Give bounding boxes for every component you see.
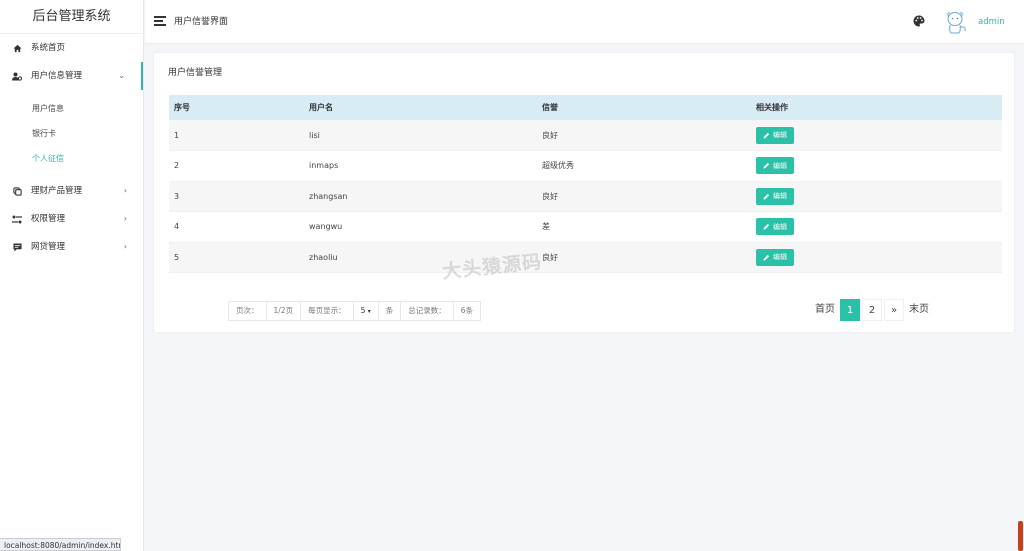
pencil-icon xyxy=(763,193,770,200)
sidebar-item-label: 网贷管理 xyxy=(31,242,66,252)
sidebar-item-home[interactable]: 系统首页 xyxy=(0,34,143,62)
pagination: 首页 1 2 » 末页 xyxy=(812,299,934,321)
panel-title: 用户信誉管理 xyxy=(168,68,223,78)
status-bar-url: localhost:8080/admin/index.html xyxy=(0,538,121,551)
sidebar-subitem-user-info[interactable]: 用户信息 xyxy=(0,96,143,121)
home-icon xyxy=(12,43,22,53)
table-row: 5 zhaoliu 良好 编辑 xyxy=(169,242,1002,273)
sidebar-item-label: 理财产品管理 xyxy=(31,186,83,196)
cell-actions: 编辑 xyxy=(751,150,1002,182)
edit-button-label: 编辑 xyxy=(773,131,787,139)
chevron-down-icon: ⌄ xyxy=(118,71,125,80)
top-header: 用户信誉界面 admin xyxy=(145,0,1024,44)
cell-id: 4 xyxy=(169,211,304,243)
cell-id: 5 xyxy=(169,242,304,273)
per-page-select[interactable]: 5 ▾ xyxy=(354,302,379,320)
cell-actions: 编辑 xyxy=(751,120,1002,151)
cell-username: zhaoliu xyxy=(304,242,537,273)
edit-button-label: 编辑 xyxy=(773,192,787,201)
edit-button-label: 编辑 xyxy=(773,161,787,170)
sidebar-item-user-info-management[interactable]: 用户信息管理 ⌄ xyxy=(0,62,143,90)
column-header-username: 用户名 xyxy=(304,95,537,120)
table-row: 1 lisi 良好 编辑 xyxy=(169,120,1002,151)
per-page-unit: 条 xyxy=(379,302,402,320)
sidebar-item-label: 系统首页 xyxy=(31,43,66,53)
credit-management-panel: 用户信誉管理 序号 用户名 信誉 相关操作 1 lisi 良好 编辑 2 inm… xyxy=(153,52,1015,333)
edit-button[interactable]: 编辑 xyxy=(756,218,794,236)
pencil-icon xyxy=(763,224,770,230)
cell-credit: 超级优秀 xyxy=(537,150,751,182)
chevron-right-icon: › xyxy=(123,214,127,223)
table-header-row: 序号 用户名 信誉 相关操作 xyxy=(169,95,1002,120)
cell-credit: 良好 xyxy=(537,242,751,273)
message-icon xyxy=(12,242,22,252)
cell-actions: 编辑 xyxy=(751,211,1002,243)
edit-button[interactable]: 编辑 xyxy=(756,157,794,175)
edit-button[interactable]: 编辑 xyxy=(756,126,794,144)
last-page-link[interactable]: 末页 xyxy=(906,299,932,321)
sidebar-item-finance-products[interactable]: 理财产品管理 › xyxy=(0,177,143,205)
cell-id: 1 xyxy=(169,120,304,151)
caret-down-icon: ▾ xyxy=(367,308,371,315)
pencil-icon xyxy=(763,132,770,139)
avatar[interactable] xyxy=(941,9,969,35)
edit-button[interactable]: 编辑 xyxy=(756,248,794,266)
sidebar-item-online-loans[interactable]: 网贷管理 › xyxy=(0,233,143,261)
page-value: 1/2页 xyxy=(267,302,302,320)
per-page-label: 每页显示： xyxy=(301,302,354,320)
page-link-1[interactable]: 1 xyxy=(840,299,860,321)
cell-credit: 良好 xyxy=(537,181,751,212)
pager-info: 页次： 1/2页 每页显示： 5 ▾ 条 总记录数： 6条 xyxy=(228,301,482,321)
total-value: 6条 xyxy=(460,306,474,315)
cell-username: zhangsan xyxy=(304,181,537,212)
hamburger-menu-icon[interactable] xyxy=(154,16,166,26)
chevron-right-icon: › xyxy=(123,186,127,195)
column-header-actions: 相关操作 xyxy=(751,95,1002,120)
first-page-link[interactable]: 首页 xyxy=(812,299,838,321)
palette-icon[interactable] xyxy=(913,15,925,27)
cell-id: 3 xyxy=(169,181,304,212)
cell-username: inmaps xyxy=(304,150,537,182)
edit-button[interactable]: 编辑 xyxy=(756,187,794,205)
sidebar-item-label: 用户信息管理 xyxy=(31,71,83,81)
table-row: 3 zhangsan 良好 编辑 xyxy=(169,181,1002,212)
copy-icon xyxy=(12,186,22,196)
cell-actions: 编辑 xyxy=(751,181,1002,212)
cell-username: lisi xyxy=(304,120,537,151)
column-header-credit: 信誉 xyxy=(537,95,751,120)
page-title: 用户信誉界面 xyxy=(174,17,229,27)
edit-button-label: 编辑 xyxy=(773,222,787,231)
app-title: 后台管理系统 xyxy=(0,0,143,34)
cell-actions: 编辑 xyxy=(751,242,1002,273)
page-label: 页次： xyxy=(229,302,267,320)
next-page-link[interactable]: » xyxy=(884,299,904,321)
per-page-value: 5 xyxy=(360,306,366,315)
pencil-icon xyxy=(763,163,770,169)
column-header-id: 序号 xyxy=(169,95,304,120)
sidebar-item-label: 权限管理 xyxy=(31,214,66,224)
chevron-right-icon: › xyxy=(123,242,127,251)
users-icon xyxy=(12,71,22,81)
cell-username: wangwu xyxy=(304,211,537,243)
cell-credit: 良好 xyxy=(537,120,751,151)
username[interactable]: admin xyxy=(978,0,1005,44)
table-row: 4 wangwu 差 编辑 xyxy=(169,211,1002,243)
cell-credit: 差 xyxy=(537,211,751,243)
sidebar-subitem-bank-card[interactable]: 银行卡 xyxy=(0,121,143,146)
pencil-icon xyxy=(763,254,770,261)
page-link-2[interactable]: 2 xyxy=(862,299,882,321)
cell-id: 2 xyxy=(169,150,304,182)
table-row: 2 inmaps 超级优秀 编辑 xyxy=(169,150,1002,182)
key-icon xyxy=(12,214,22,224)
sidebar-subitem-personal-credit[interactable]: 个人征信 xyxy=(0,146,143,171)
sidebar: 后台管理系统 系统首页 用户信息管理 ⌄ 用户信息 银行卡 个人征信 理财产品管… xyxy=(0,0,144,551)
credit-table: 序号 用户名 信誉 相关操作 1 lisi 良好 编辑 2 inmaps 超级优… xyxy=(169,95,1002,273)
sidebar-item-permissions[interactable]: 权限管理 › xyxy=(0,205,143,233)
edit-button-label: 编辑 xyxy=(773,253,787,262)
scroll-indicator xyxy=(1018,521,1023,551)
total-label: 总记录数： xyxy=(401,302,454,320)
